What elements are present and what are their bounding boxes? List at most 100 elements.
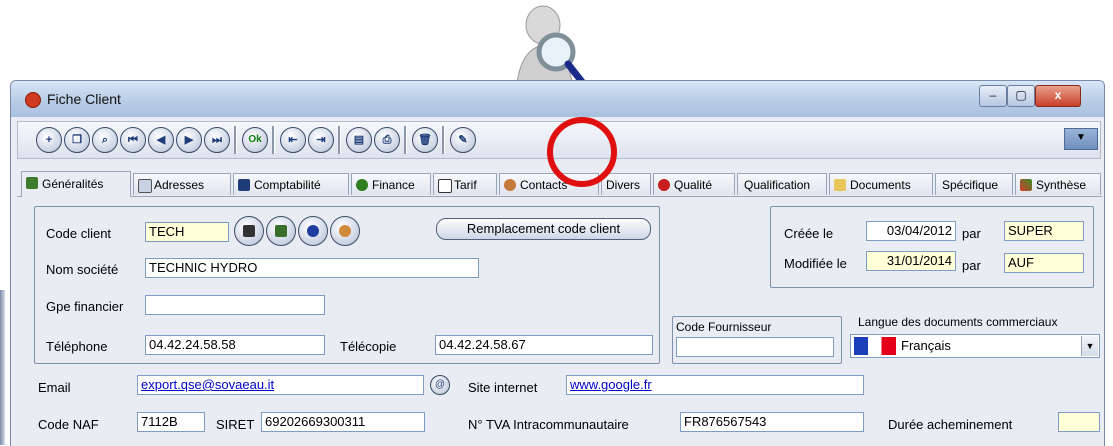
synthese-tab-icon — [1020, 179, 1032, 191]
duree-acheminement-label: Durée acheminement — [888, 417, 1013, 432]
site-internet-field[interactable]: www.google.fr — [566, 375, 864, 395]
tab-label: Comptabilité — [254, 178, 321, 192]
next-record-icon[interactable]: ▶ — [176, 127, 202, 153]
exit-icon[interactable]: ⇥ — [308, 127, 334, 153]
highlight-circle — [547, 117, 617, 187]
site-internet-label: Site internet — [468, 380, 538, 395]
nom-societe-field[interactable]: TECHNIC HYDRO — [145, 258, 479, 278]
close-button[interactable]: x — [1035, 85, 1081, 107]
print-icon[interactable]: ⎙ — [374, 127, 400, 153]
tab-label: Finance — [372, 178, 415, 192]
toolbar-separator — [234, 126, 237, 154]
gpe-financier-field[interactable] — [145, 295, 325, 315]
tab-comptabilite[interactable]: Comptabilité — [233, 173, 349, 195]
tab-specifique[interactable]: Spécifique — [935, 173, 1013, 195]
keyboard-icon[interactable] — [234, 216, 264, 246]
modifiee-le-field[interactable]: 31/01/2014 — [866, 251, 956, 271]
audit-group — [770, 206, 1094, 288]
window-title: Fiche Client — [47, 91, 121, 107]
new-record-icon[interactable]: + — [36, 127, 62, 153]
replace-code-client-button[interactable]: Remplacement code client — [436, 218, 651, 240]
tab-adresses[interactable]: Adresses — [133, 173, 231, 195]
copy-record-icon[interactable]: ❐ — [64, 127, 90, 153]
tab-label: Synthèse — [1036, 178, 1087, 192]
chevron-down-icon[interactable]: ▼ — [1081, 336, 1098, 356]
code-naf-field[interactable]: 7112B — [137, 412, 205, 432]
france-flag-icon — [854, 337, 896, 355]
code-fournisseur-label: Code Fournisseur — [676, 320, 772, 334]
window-edge — [0, 290, 5, 445]
creee-le-field[interactable]: 03/04/2012 — [866, 221, 956, 241]
siret-label: SIRET — [216, 417, 255, 432]
modifiee-le-label: Modifiée le — [784, 256, 847, 271]
toolbar-separator — [338, 126, 341, 154]
tab-label: Adresses — [154, 178, 205, 192]
telephone-label: Téléphone — [46, 339, 108, 354]
import-icon[interactable]: ⇤ — [280, 127, 306, 153]
preview-icon[interactable]: ▤ — [346, 127, 372, 153]
tva-field[interactable]: FR876567543 — [680, 412, 864, 432]
email-field[interactable]: export.qse@sovaeau.it — [137, 375, 424, 395]
title-bar[interactable]: Fiche Client – ▢ x — [11, 81, 1104, 117]
user-blue-icon[interactable] — [298, 216, 328, 246]
tab-qualite[interactable]: Qualité — [653, 173, 735, 195]
nom-societe-label: Nom société — [46, 262, 119, 277]
ok-button[interactable]: Ok — [242, 127, 268, 153]
toolbar-separator — [404, 126, 407, 154]
tab-label: Documents — [850, 178, 911, 192]
telecopie-field[interactable]: 04.42.24.58.67 — [435, 335, 653, 355]
tab-documents[interactable]: Documents — [829, 173, 933, 195]
siret-field[interactable]: 69202669300311 — [261, 412, 425, 432]
email-label: Email — [38, 380, 71, 395]
user-orange-icon[interactable] — [330, 216, 360, 246]
qualite-tab-icon — [658, 179, 670, 191]
tab-tarif[interactable]: Tarif — [433, 173, 497, 195]
code-client-field[interactable]: TECH — [145, 222, 229, 242]
delete-icon[interactable]: 🗑 — [412, 127, 438, 153]
toolbar-separator — [442, 126, 445, 154]
tab-finance[interactable]: Finance — [351, 173, 431, 195]
telecopie-label: Télécopie — [340, 339, 397, 354]
tab-label: Divers — [606, 178, 641, 192]
last-record-icon[interactable]: ⏭ — [204, 127, 230, 153]
search-record-icon[interactable]: ⌕ — [92, 127, 118, 153]
tva-label: N° TVA Intracommunautaire — [468, 417, 629, 432]
previous-record-icon[interactable]: ◀ — [148, 127, 174, 153]
tab-generalites[interactable]: Généralités — [21, 171, 131, 197]
telephone-field[interactable]: 04.42.24.58.58 — [145, 335, 325, 355]
creee-par-label: par — [962, 226, 981, 241]
creee-le-label: Créée le — [784, 226, 834, 241]
tab-label: Qualité — [674, 178, 713, 192]
minimize-button[interactable]: – — [979, 85, 1007, 107]
creee-par-field[interactable]: SUPER — [1004, 221, 1084, 241]
tab-label: Généralités — [42, 177, 104, 191]
tab-synthese[interactable]: Synthèse — [1015, 173, 1101, 195]
toolbar-more-button[interactable]: ▼ — [1064, 128, 1098, 150]
maximize-button[interactable]: ▢ — [1007, 85, 1035, 107]
code-client-label: Code client — [46, 226, 112, 241]
tab-label: Qualification — [744, 178, 811, 192]
langue-value: Français — [901, 338, 951, 353]
tab-divers[interactable]: Divers — [601, 173, 651, 195]
tree-icon[interactable] — [266, 216, 296, 246]
contacts-tab-icon — [504, 179, 516, 191]
adresses-tab-icon — [138, 179, 152, 193]
code-naf-label: Code NAF — [38, 417, 99, 432]
archive-icon[interactable]: ✎ — [450, 127, 476, 153]
first-record-icon[interactable]: ⏮ — [120, 127, 146, 153]
duree-acheminement-field[interactable] — [1058, 412, 1100, 432]
tab-label: Spécifique — [942, 178, 999, 192]
modifiee-par-field[interactable]: AUF — [1004, 253, 1084, 273]
langue-select[interactable]: Français ▼ — [850, 334, 1100, 358]
modifiee-par-label: par — [962, 258, 981, 273]
tab-label: Tarif — [454, 178, 477, 192]
toolbar-separator — [272, 126, 275, 154]
comptabilite-tab-icon — [238, 179, 250, 191]
tarif-tab-icon — [438, 179, 452, 193]
send-email-icon[interactable]: @ — [430, 375, 450, 395]
tab-qualification[interactable]: Qualification — [737, 173, 827, 195]
app-icon — [25, 92, 41, 108]
langue-documents-label: Langue des documents commerciaux — [858, 315, 1058, 329]
code-fournisseur-field[interactable] — [676, 337, 834, 357]
gpe-financier-label: Gpe financier — [46, 299, 124, 314]
